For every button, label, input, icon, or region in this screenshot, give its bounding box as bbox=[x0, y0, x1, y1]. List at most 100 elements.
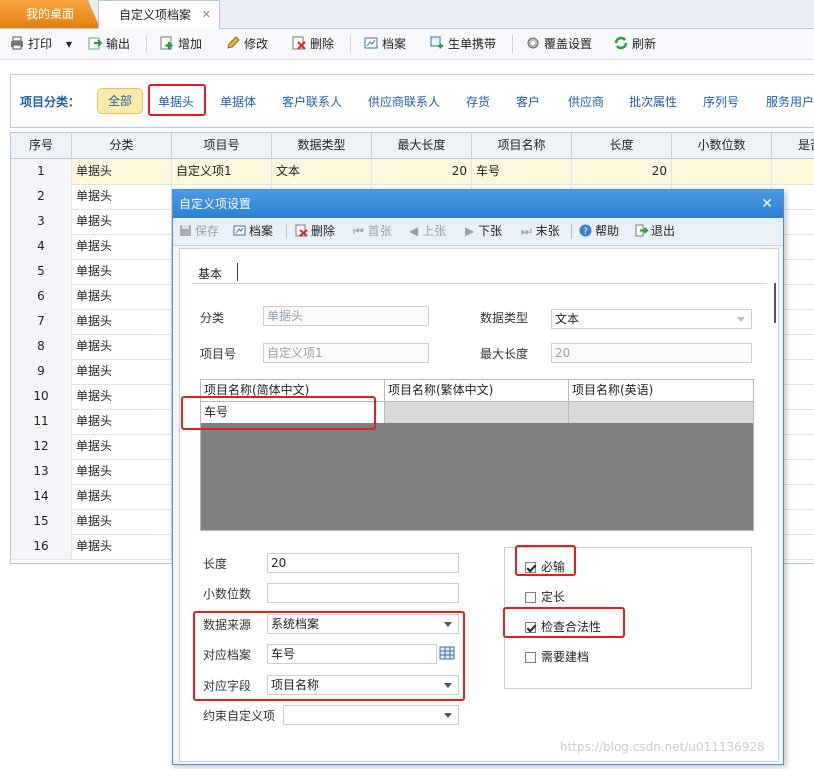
column-header[interactable]: 数据类型 bbox=[272, 133, 372, 158]
help-icon: ? bbox=[579, 224, 592, 237]
cell-category[interactable]: 单据头 bbox=[72, 509, 172, 534]
cell-category[interactable]: 单据头 bbox=[72, 534, 172, 559]
cell-name[interactable]: 车号 bbox=[472, 159, 572, 184]
export-button[interactable]: 输出 bbox=[88, 35, 130, 53]
highlight-box bbox=[503, 607, 625, 638]
print-dropdown[interactable]: ▾ bbox=[66, 35, 72, 53]
cell-category[interactable]: 单据头 bbox=[72, 159, 172, 184]
column-header[interactable]: 项目名称(繁体中文) bbox=[385, 380, 569, 401]
cell-category[interactable]: 单据头 bbox=[72, 209, 172, 234]
highlight-box bbox=[193, 611, 465, 701]
column-header[interactable]: 是否 bbox=[772, 133, 814, 158]
save-button[interactable]: 保存 bbox=[179, 223, 219, 240]
exit-button[interactable]: 退出 bbox=[635, 223, 675, 240]
cell-category[interactable]: 单据头 bbox=[72, 484, 172, 509]
constraint-select[interactable] bbox=[283, 705, 459, 725]
column-header[interactable]: 长度 bbox=[572, 133, 672, 158]
export-label: 输出 bbox=[106, 37, 131, 51]
cell-category[interactable]: 单据头 bbox=[72, 434, 172, 459]
category-customer[interactable]: 客户 bbox=[516, 93, 540, 110]
tab-my-desktop[interactable]: 我的桌面 bbox=[0, 0, 100, 28]
name-traditional-cell[interactable] bbox=[385, 402, 569, 423]
row-number: 13 bbox=[11, 459, 72, 484]
column-header[interactable]: 项目名称 bbox=[472, 133, 572, 158]
row-number: 8 bbox=[11, 334, 72, 359]
cell-category[interactable]: 单据头 bbox=[72, 459, 172, 484]
max-length-label: 最大长度 bbox=[480, 347, 529, 361]
category-document-body[interactable]: 单据体 bbox=[220, 93, 256, 110]
first-record-button[interactable]: ⏮ 首张 bbox=[353, 223, 392, 240]
data-type-select[interactable]: 文本 bbox=[551, 309, 752, 329]
cell-category[interactable]: 单据头 bbox=[72, 309, 172, 334]
cell-category[interactable]: 单据头 bbox=[72, 334, 172, 359]
help-button[interactable]: ? 帮助 bbox=[579, 223, 619, 240]
dialog-titlebar[interactable]: 自定义项设置 ✕ bbox=[173, 190, 783, 218]
refresh-label: 刷新 bbox=[632, 37, 657, 51]
add-label: 增加 bbox=[178, 37, 203, 51]
name-english-cell[interactable] bbox=[569, 402, 753, 423]
cell-length[interactable]: 20 bbox=[572, 159, 672, 184]
code-field[interactable]: 自定义项1 bbox=[263, 343, 429, 363]
close-icon[interactable]: ✕ bbox=[202, 1, 211, 29]
previous-record-button[interactable]: ◀ 上张 bbox=[409, 223, 446, 240]
row-number: 10 bbox=[11, 384, 72, 409]
length-field[interactable]: 20 bbox=[267, 553, 459, 573]
requires-archive-checkbox[interactable]: 需要建档 bbox=[525, 648, 589, 665]
category-inventory[interactable]: 存货 bbox=[466, 93, 490, 110]
category-all[interactable]: 全部 bbox=[97, 88, 143, 114]
toolbar-divider bbox=[571, 224, 572, 239]
category-supplier[interactable]: 供应商 bbox=[568, 93, 604, 110]
category-field[interactable]: 单据头 bbox=[263, 306, 429, 326]
category-supplier-contact[interactable]: 供应商联系人 bbox=[368, 93, 440, 110]
close-icon[interactable]: ✕ bbox=[761, 190, 773, 218]
data-type-value: 文本 bbox=[555, 312, 580, 326]
delete-button[interactable]: 删除 bbox=[292, 35, 334, 53]
archive-label: 档案 bbox=[382, 37, 407, 51]
cell-category[interactable]: 单据头 bbox=[72, 259, 172, 284]
cell-code[interactable]: 自定义项1 bbox=[172, 159, 272, 184]
delete-button[interactable]: 删除 bbox=[295, 223, 335, 240]
category-batch-attribute[interactable]: 批次属性 bbox=[629, 93, 677, 110]
column-header[interactable]: 最大长度 bbox=[372, 133, 472, 158]
table-row[interactable]: 1 单据头 自定义项1 文本 20 车号 20 bbox=[11, 159, 814, 185]
max-length-field[interactable]: 20 bbox=[551, 343, 752, 363]
row-number: 9 bbox=[11, 359, 72, 384]
row-number: 5 bbox=[11, 259, 72, 284]
print-button[interactable]: 打印 bbox=[10, 35, 52, 53]
add-button[interactable]: 增加 bbox=[160, 35, 202, 53]
cell-type[interactable]: 文本 bbox=[272, 159, 372, 184]
cell-category[interactable]: 单据头 bbox=[72, 384, 172, 409]
next-record-button[interactable]: ▶ 下张 bbox=[465, 223, 502, 240]
column-header[interactable]: 项目名称(英语) bbox=[569, 380, 753, 401]
fixed-length-checkbox[interactable]: 定长 bbox=[525, 588, 565, 605]
column-header[interactable]: 序号 bbox=[11, 133, 72, 158]
category-filter-bar: 项目分类： 全部 单据头 单据体 客户联系人 供应商联系人 存货 客户 供应商 … bbox=[10, 74, 814, 128]
cell-category[interactable]: 单据头 bbox=[72, 234, 172, 259]
cell-category[interactable]: 单据头 bbox=[72, 284, 172, 309]
cell-category[interactable]: 单据头 bbox=[72, 359, 172, 384]
cover-settings-button[interactable]: 覆盖设置 bbox=[526, 35, 592, 53]
cell-category[interactable]: 单据头 bbox=[72, 184, 172, 209]
refresh-button[interactable]: 刷新 bbox=[614, 35, 656, 53]
column-header[interactable]: 小数位数 bbox=[672, 133, 772, 158]
category-customer-contact[interactable]: 客户联系人 bbox=[282, 93, 342, 110]
cell-maxlen[interactable]: 20 bbox=[372, 159, 472, 184]
category-serial-number[interactable]: 序列号 bbox=[703, 93, 739, 110]
cell-decimal[interactable] bbox=[672, 159, 772, 184]
tab-custom-item-archive[interactable]: 自定义项档案 ✕ bbox=[98, 0, 220, 29]
edit-button[interactable]: 修改 bbox=[226, 35, 268, 53]
scrollbar[interactable] bbox=[774, 283, 776, 323]
archive-button[interactable]: 档案 bbox=[233, 223, 273, 240]
cell-flag[interactable] bbox=[772, 159, 814, 184]
generate-carry-button[interactable]: 生单携带 bbox=[430, 35, 496, 53]
decimal-places-field[interactable] bbox=[267, 583, 459, 603]
column-header[interactable]: 项目号 bbox=[172, 133, 272, 158]
cell-category[interactable]: 单据头 bbox=[72, 409, 172, 434]
first-label: 首张 bbox=[367, 224, 392, 238]
row-number: 6 bbox=[11, 284, 72, 309]
last-record-button[interactable]: ⏭ 末张 bbox=[521, 223, 560, 240]
column-header[interactable]: 分类 bbox=[72, 133, 172, 158]
category-service-user[interactable]: 服务用户 bbox=[766, 93, 814, 110]
archive-button[interactable]: 档案 bbox=[364, 35, 406, 53]
tab-basic[interactable]: 基本 bbox=[198, 265, 222, 282]
